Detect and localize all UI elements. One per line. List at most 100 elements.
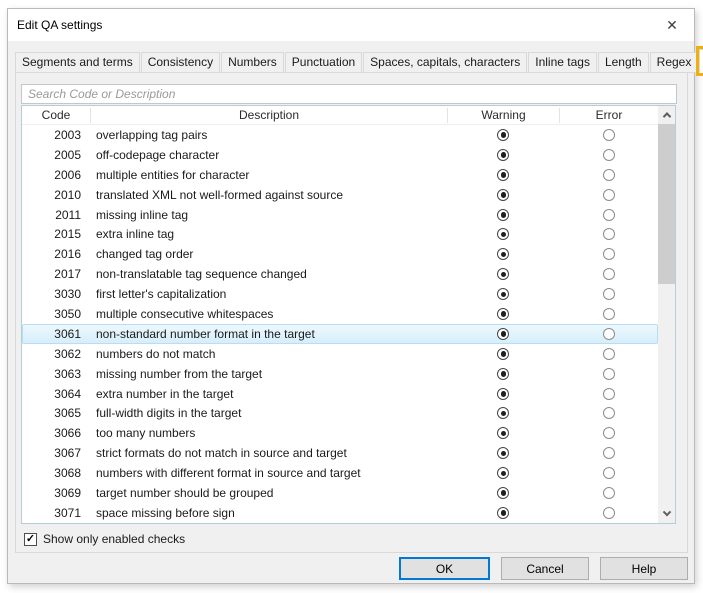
error-radio[interactable] bbox=[603, 447, 615, 459]
table-row[interactable]: 3064 extra number in the target bbox=[22, 384, 658, 404]
tab-length[interactable]: Length bbox=[598, 52, 649, 73]
tab-consistency[interactable]: Consistency bbox=[141, 52, 220, 73]
error-radio[interactable] bbox=[603, 169, 615, 181]
error-radio[interactable] bbox=[603, 407, 615, 419]
tab-regex[interactable]: Regex bbox=[650, 52, 699, 73]
row-description: non-standard number format in the target bbox=[90, 327, 447, 341]
row-description: strict formats do not match in source an… bbox=[90, 446, 447, 460]
row-description: changed tag order bbox=[90, 247, 447, 261]
table-row[interactable]: 2017 non-translatable tag sequence chang… bbox=[22, 264, 658, 284]
warning-radio[interactable] bbox=[497, 129, 509, 141]
table-row[interactable]: 3067 strict formats do not match in sour… bbox=[22, 443, 658, 463]
warning-radio[interactable] bbox=[497, 228, 509, 240]
column-header-error[interactable]: Error bbox=[559, 108, 658, 123]
table-row[interactable]: 3066 too many numbers bbox=[22, 423, 658, 443]
table-row[interactable]: 3061 non-standard number format in the t… bbox=[22, 324, 658, 344]
row-code: 3069 bbox=[22, 486, 90, 500]
row-code: 3068 bbox=[22, 466, 90, 480]
table-row[interactable]: 2003 overlapping tag pairs bbox=[22, 125, 658, 145]
show-only-enabled-checkbox[interactable]: ✓ Show only enabled checks bbox=[24, 532, 185, 546]
error-radio[interactable] bbox=[603, 268, 615, 280]
error-radio[interactable] bbox=[603, 348, 615, 360]
warning-radio[interactable] bbox=[497, 368, 509, 380]
table-row[interactable]: 2010 translated XML not well-formed agai… bbox=[22, 185, 658, 205]
error-radio[interactable] bbox=[603, 328, 615, 340]
warning-radio[interactable] bbox=[497, 268, 509, 280]
row-description: translated XML not well-formed against s… bbox=[90, 188, 447, 202]
row-description: space missing before sign bbox=[90, 506, 447, 520]
table-row[interactable]: 3050 multiple consecutive whitespaces bbox=[22, 304, 658, 324]
error-radio[interactable] bbox=[603, 129, 615, 141]
tab-spaces-capitals-characters[interactable]: Spaces, capitals, characters bbox=[363, 52, 527, 73]
table-row[interactable]: 3065 full-width digits in the target bbox=[22, 403, 658, 423]
table-body: 2003 overlapping tag pairs 2005 off-code… bbox=[22, 125, 658, 523]
tab-punctuation[interactable]: Punctuation bbox=[285, 52, 362, 73]
table-row[interactable]: 3062 numbers do not match bbox=[22, 344, 658, 364]
warning-radio[interactable] bbox=[497, 308, 509, 320]
warning-radio[interactable] bbox=[497, 169, 509, 181]
table-row[interactable]: 3071 space missing before sign bbox=[22, 503, 658, 523]
scrollbar-thumb[interactable] bbox=[658, 124, 675, 284]
table-row[interactable]: 2016 changed tag order bbox=[22, 244, 658, 264]
error-radio[interactable] bbox=[603, 228, 615, 240]
column-header-code[interactable]: Code bbox=[22, 108, 90, 123]
error-radio[interactable] bbox=[603, 209, 615, 221]
table-row[interactable]: 2011 missing inline tag bbox=[22, 205, 658, 225]
warning-radio[interactable] bbox=[497, 447, 509, 459]
checkbox-check-icon: ✓ bbox=[26, 534, 35, 545]
warning-radio[interactable] bbox=[497, 288, 509, 300]
help-button[interactable]: Help bbox=[600, 557, 688, 580]
error-radio[interactable] bbox=[603, 388, 615, 400]
tab-severity[interactable]: Severity bbox=[699, 49, 703, 73]
close-icon: ✕ bbox=[666, 18, 678, 32]
row-code: 3065 bbox=[22, 406, 90, 420]
warning-radio[interactable] bbox=[497, 487, 509, 499]
vertical-scrollbar[interactable] bbox=[658, 106, 675, 523]
dialog-edit-qa-settings: Edit QA settings ✕ Segments and termsCon… bbox=[7, 8, 695, 584]
row-code: 3030 bbox=[22, 287, 90, 301]
warning-radio[interactable] bbox=[497, 507, 509, 519]
warning-radio[interactable] bbox=[497, 328, 509, 340]
error-radio[interactable] bbox=[603, 149, 615, 161]
warning-radio[interactable] bbox=[497, 189, 509, 201]
tab-numbers[interactable]: Numbers bbox=[221, 52, 284, 73]
error-radio[interactable] bbox=[603, 308, 615, 320]
table-row[interactable]: 2015 extra inline tag bbox=[22, 224, 658, 244]
warning-radio[interactable] bbox=[497, 388, 509, 400]
table-row[interactable]: 2005 off-codepage character bbox=[22, 145, 658, 165]
warning-radio[interactable] bbox=[497, 427, 509, 439]
scroll-up-button[interactable] bbox=[658, 106, 675, 123]
table-row[interactable]: 3068 numbers with different format in so… bbox=[22, 463, 658, 483]
tab-strip: Segments and termsConsistencyNumbersPunc… bbox=[15, 49, 703, 73]
warning-radio[interactable] bbox=[497, 149, 509, 161]
search-input[interactable] bbox=[21, 84, 677, 104]
table-row[interactable]: 2006 multiple entities for character bbox=[22, 165, 658, 185]
warning-radio[interactable] bbox=[497, 407, 509, 419]
table-row[interactable]: 3069 target number should be grouped bbox=[22, 483, 658, 503]
cancel-button[interactable]: Cancel bbox=[501, 557, 589, 580]
checkbox-box[interactable]: ✓ bbox=[24, 533, 37, 546]
scroll-down-button[interactable] bbox=[658, 506, 675, 523]
table-row[interactable]: 3063 missing number from the target bbox=[22, 364, 658, 384]
ok-button[interactable]: OK bbox=[399, 557, 490, 580]
warning-radio[interactable] bbox=[497, 209, 509, 221]
tab-inline-tags[interactable]: Inline tags bbox=[528, 52, 597, 73]
tab-segments-and-terms[interactable]: Segments and terms bbox=[15, 52, 140, 73]
column-header-description[interactable]: Description bbox=[90, 108, 447, 123]
warning-radio[interactable] bbox=[497, 348, 509, 360]
row-code: 3050 bbox=[22, 307, 90, 321]
error-radio[interactable] bbox=[603, 248, 615, 260]
close-button[interactable]: ✕ bbox=[658, 12, 686, 38]
error-radio[interactable] bbox=[603, 467, 615, 479]
error-radio[interactable] bbox=[603, 507, 615, 519]
error-radio[interactable] bbox=[603, 288, 615, 300]
title-bar: Edit QA settings ✕ bbox=[8, 9, 694, 41]
error-radio[interactable] bbox=[603, 368, 615, 380]
error-radio[interactable] bbox=[603, 427, 615, 439]
warning-radio[interactable] bbox=[497, 248, 509, 260]
error-radio[interactable] bbox=[603, 189, 615, 201]
column-header-warning[interactable]: Warning bbox=[447, 108, 559, 123]
warning-radio[interactable] bbox=[497, 467, 509, 479]
table-row[interactable]: 3030 first letter's capitalization bbox=[22, 284, 658, 304]
error-radio[interactable] bbox=[603, 487, 615, 499]
